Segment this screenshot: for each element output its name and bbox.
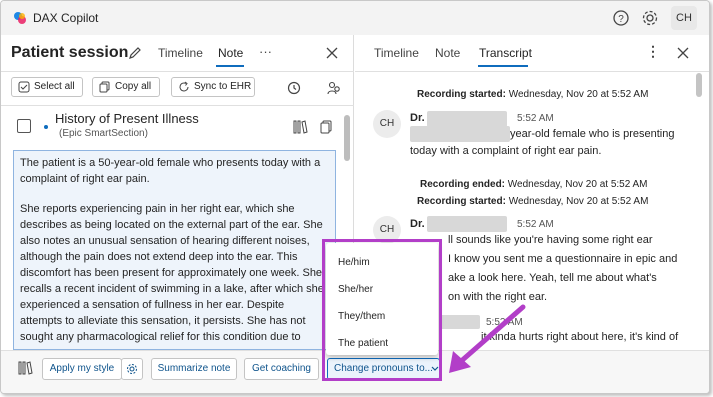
speaker-avatar: CH	[373, 110, 401, 138]
transcript-line: today with a complaint of right ear pain…	[410, 145, 602, 157]
transcript-line: I know you sent me a questionnaire in ep…	[448, 253, 678, 265]
recording-started-meta: Recording started: Wednesday, Nov 20 at …	[417, 89, 648, 100]
meta-value: Wednesday, Nov 20 at 5:52 AM	[507, 179, 648, 190]
gear-icon[interactable]	[641, 9, 659, 27]
copy-section-icon[interactable]	[318, 119, 334, 135]
dax-copilot-window: DAX Copilot ? CH Patient session Timelin…	[0, 0, 710, 394]
summarize-note-button[interactable]: Summarize note	[151, 358, 237, 380]
page-title: Patient session	[11, 44, 129, 61]
annotation-arrow	[449, 304, 526, 373]
right-scrollbar[interactable]	[696, 73, 702, 97]
speaker-name: Dr.	[410, 112, 425, 124]
transcript-line: ake a look here. Yeah, tell me about wha…	[448, 272, 657, 284]
highlight-callout-box	[322, 239, 442, 381]
meta-label: Recording started:	[417, 89, 506, 100]
recording-started-meta: Recording started: Wednesday, Nov 20 at …	[417, 196, 648, 207]
redacted-name	[427, 216, 507, 232]
select-all-icon	[18, 81, 30, 93]
more-options-icon[interactable]: ···	[259, 44, 272, 59]
section-title: History of Present Illness	[55, 111, 199, 126]
copy-all-label: Copy all	[115, 81, 152, 92]
svg-text:?: ?	[618, 14, 624, 25]
recording-ended-meta: Recording ended: Wednesday, Nov 20 at 5:…	[420, 179, 648, 190]
note-paragraph: She reports experiencing pain in her rig…	[20, 203, 324, 343]
kebab-menu-icon[interactable]: ⋮	[646, 43, 660, 60]
get-coaching-button[interactable]: Get coaching	[244, 358, 319, 380]
tab-transcript-underline	[478, 65, 528, 67]
section-checkbox[interactable]	[17, 119, 31, 133]
toolbar-divider	[1, 105, 354, 106]
note-text-area[interactable]: The patient is a 50-year-old female who …	[13, 150, 336, 350]
unread-dot	[44, 125, 48, 129]
meta-label: Recording ended:	[420, 179, 506, 190]
gear-icon	[127, 364, 137, 374]
meta-value: Wednesday, Nov 20 at 5:52 AM	[508, 196, 649, 207]
title-bar: DAX Copilot ? CH	[1, 1, 709, 35]
history-icon[interactable]	[286, 80, 302, 96]
help-icon[interactable]: ?	[612, 9, 630, 27]
left-pane: Patient session Timeline Note ··· Select…	[1, 35, 354, 393]
redacted-name	[427, 111, 507, 127]
section-subtitle: (Epic SmartSection)	[59, 128, 148, 139]
tab-note-right[interactable]: Note	[435, 46, 460, 60]
tab-note-underline	[216, 65, 244, 67]
copy-all-button[interactable]: Copy all	[92, 77, 160, 97]
tab-note-left[interactable]: Note	[218, 46, 243, 60]
user-avatar[interactable]: CH	[671, 6, 697, 30]
tab-timeline-left[interactable]: Timeline	[158, 46, 203, 60]
right-header-divider	[355, 71, 709, 72]
people-icon[interactable]	[326, 80, 342, 96]
close-right-icon[interactable]	[675, 45, 691, 61]
transcript-line: ll sounds like you're having some right …	[448, 234, 653, 246]
meta-label: Recording started:	[417, 196, 506, 207]
select-all-button[interactable]: Select all	[11, 77, 83, 97]
style-settings-button[interactable]	[121, 358, 143, 380]
edit-pencil-icon[interactable]	[127, 45, 143, 61]
copilot-logo-icon	[14, 12, 26, 24]
tab-timeline-right[interactable]: Timeline	[374, 46, 419, 60]
tab-transcript[interactable]: Transcript	[479, 46, 532, 60]
sync-label: Sync to EHR	[194, 81, 252, 92]
copy-icon	[99, 81, 110, 93]
apply-my-style-button[interactable]: Apply my style	[42, 358, 122, 380]
timestamp: 5:52 AM	[517, 219, 554, 230]
meta-value: Wednesday, Nov 20 at 5:52 AM	[508, 89, 649, 100]
library-icon[interactable]	[17, 360, 33, 376]
sync-to-ehr-button[interactable]: Sync to EHR	[171, 77, 255, 97]
select-all-label: Select all	[34, 81, 75, 92]
library-icon[interactable]	[292, 119, 308, 135]
left-scrollbar[interactable]	[344, 115, 350, 161]
speaker-name: Dr.	[410, 218, 425, 230]
sync-icon	[179, 81, 189, 92]
close-icon[interactable]	[324, 45, 340, 61]
redacted-text	[410, 126, 510, 142]
header-divider	[1, 71, 354, 72]
app-title: DAX Copilot	[33, 11, 99, 25]
timestamp: 5:52 AM	[517, 113, 554, 124]
note-paragraph: The patient is a 50-year-old female who …	[20, 157, 321, 185]
